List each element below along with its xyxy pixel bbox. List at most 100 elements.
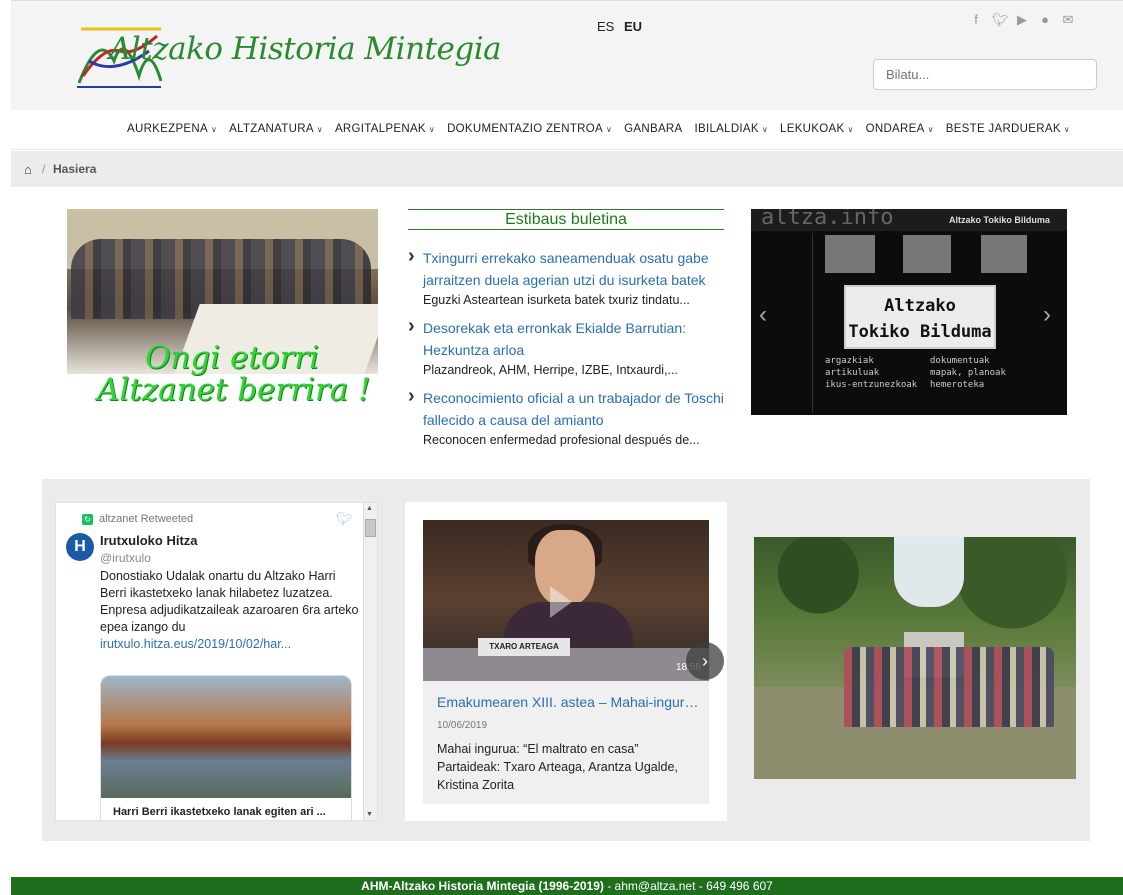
tweet-card[interactable]: Harri Berri ikastetxeko lanak egiten ari… (100, 675, 352, 820)
altza-info-link[interactable]: mapak, planoak (930, 367, 1035, 379)
nav-item-aurkezpena[interactable]: AURKEZPENA ∨ (127, 123, 217, 135)
social-links: f 🐦︎ ▶ ● ✉ (969, 13, 1075, 27)
video-card: TXARO ARTEAGA 18:58 › Emakumearen XIII. … (405, 502, 727, 821)
tweet-author-name[interactable]: Irutxuloko Hitza (100, 533, 198, 548)
facebook-icon[interactable]: f (969, 13, 983, 27)
news-item-title[interactable]: Reconocimiento oficial a un trabajador d… (408, 385, 738, 431)
lang-es[interactable]: ES (597, 19, 614, 34)
tweet-author-handle[interactable]: @irutxulo (100, 551, 151, 565)
video-next-button[interactable]: › (686, 642, 724, 680)
hiking-group-photo[interactable] (754, 537, 1076, 779)
altza-info-box-line-2: Tokiko Bilduma (848, 322, 992, 342)
footer-contact: - ahm@altza.net - 649 496 607 (603, 879, 773, 893)
chevron-down-icon: ∨ (847, 125, 854, 134)
breadcrumb: ⌂ / Hasiera (11, 151, 1123, 187)
video-description: Mahai ingurua: “El maltrato en casa” Par… (437, 742, 678, 792)
twitter-icon[interactable]: 🐦︎ (992, 13, 1009, 27)
altza-info-brand: altza.info (761, 209, 894, 230)
nav-item-argitalpenak[interactable]: ARGITALPENAK ∨ (335, 123, 435, 135)
breadcrumb-separator: / (42, 162, 46, 176)
news-item-title[interactable]: Txingurri errekako saneamenduak osatu ga… (408, 245, 738, 291)
altza-info-links: argazkiak dokumentuak artikuluak mapak, pl… (825, 355, 1055, 391)
footer-org: AHM-Altzako Historia Mintegia (1996-2019… (361, 879, 604, 893)
tweet-link[interactable]: irutxulo.hitza.eus/2019/10/02/har... (100, 637, 291, 651)
tweet-card-image (101, 676, 351, 798)
home-icon[interactable]: ⌂ (24, 162, 32, 177)
nav-item-lekukoak[interactable]: LEKUKOAK ∨ (780, 123, 854, 135)
chevron-down-icon: ∨ (210, 125, 218, 134)
nav-item-label: BESTE JARDUERAK (945, 123, 1061, 135)
twitter-scrollbar[interactable]: ▲ ▼ (363, 503, 377, 820)
email-icon[interactable]: ✉ (1061, 13, 1075, 27)
estibaus-bulletin: Estibaus buletina (408, 209, 724, 230)
welcome-line-1: Ongi etorri (145, 340, 320, 376)
search-input[interactable] (873, 59, 1097, 90)
chevron-down-icon: ∨ (761, 125, 769, 134)
altza-info-link[interactable]: artikuluak (825, 367, 930, 379)
nav-items: AURKEZPENA ∨ ALTZANATURA ∨ ARGITALPENAK ∨ DOKU… (127, 123, 1082, 135)
avatar[interactable]: H (66, 533, 94, 561)
nav-item-label: ALTZANATURA (229, 123, 314, 135)
chevron-down-icon: ∨ (428, 125, 436, 134)
breadcrumb-current: Hasiera (53, 162, 97, 176)
carousel-prev-icon[interactable]: ‹ (759, 301, 767, 329)
video-title[interactable]: Emakumearen XIII. astea – Mahai-inguru..… (437, 694, 699, 710)
altza-info-box: Altzako Tokiko Bilduma (844, 285, 996, 349)
retweet-icon: ↻ (82, 514, 93, 525)
nav-item-ganbara[interactable]: GANBARA (624, 123, 682, 135)
flickr-icon[interactable]: ● (1038, 13, 1052, 27)
twitter-bird-icon: 🐦︎ (336, 511, 353, 526)
video-nameplate: TXARO ARTEAGA (478, 638, 570, 656)
nav-item-label: DOKUMENTAZIO ZENTROA (447, 123, 603, 135)
news-item-summary: Reconocen enfermedad profesional después… (423, 433, 700, 447)
chevron-down-icon: ∨ (606, 125, 613, 134)
altza-info-link[interactable]: hemeroteka (930, 379, 1035, 391)
play-icon[interactable] (550, 586, 572, 618)
carousel-next-icon[interactable]: › (1043, 301, 1051, 329)
nav-item-ondarea[interactable]: ONDAREA ∨ (866, 123, 934, 135)
nav-item-label: ARGITALPENAK (334, 123, 426, 135)
chevron-down-icon: ∨ (927, 125, 934, 134)
language-switcher: ES EU (597, 19, 648, 34)
news-item-summary: Plazandreok, AHM, Herripe, IZBE, Intxaur… (423, 363, 678, 377)
nav-item-label: GANBARA (624, 123, 683, 135)
nav-item-altzanatura[interactable]: ALTZANATURA ∨ (229, 123, 323, 135)
twitter-timeline[interactable]: ↻ altzanet Retweeted 🐦︎ H Irutxuloko Hitz… (55, 502, 378, 821)
scroll-up-icon: ▲ (366, 505, 373, 512)
news-item-title[interactable]: Desorekak eta erronkak Ekialde Barrutian… (408, 315, 738, 361)
nav-item-ibilaldiak[interactable]: IBILALDIAK ∨ (695, 123, 769, 135)
news-item-summary: Eguzki Asteartean isurketa batek txuriz … (423, 293, 690, 307)
estibaus-title: Estibaus buletina (408, 209, 724, 230)
news-item: Reconocimiento oficial a un trabajador d… (408, 385, 738, 447)
altza-info-box-line-1: Altzako (884, 296, 956, 316)
video-date: 10/06/2019 (437, 720, 488, 731)
altza-info-header-title: Altzako Tokiko Bilduma (949, 215, 1050, 225)
news-item: Txingurri errekako saneamenduak osatu ga… (408, 245, 738, 307)
welcome-line-2: Altzanet berrira ! (97, 372, 371, 408)
lang-eu[interactable]: EU (624, 19, 642, 34)
video-thumbnail[interactable]: TXARO ARTEAGA 18:58 (423, 520, 709, 681)
nav-item-beste-jarduerak[interactable]: BESTE JARDUERAK ∨ (946, 123, 1070, 135)
nav-item-label: AURKEZPENA (127, 123, 208, 135)
site-footer: AHM-Altzako Historia Mintegia (1996-2019… (11, 877, 1123, 895)
altza-info-banner[interactable]: altza.info Altzako Tokiko Bilduma Altzak… (751, 209, 1067, 415)
nav-item-label: IBILALDIAK (694, 123, 759, 135)
main-nav: AURKEZPENA ∨ ALTZANATURA ∨ ARGITALPENAK ∨ DOKU… (11, 110, 1123, 150)
nav-item-label: LEKUKOAK (780, 123, 845, 135)
nav-item-dokumentazio-zentroa[interactable]: DOKUMENTAZIO ZENTROA ∨ (447, 123, 612, 135)
altza-info-link[interactable]: ikus-entzunezkoak (825, 379, 930, 391)
welcome-text: Ongi etorri Altzanet berrira ! (97, 342, 371, 406)
tweet-text: Donostiako Udalak onartu du Altzako Harr… (100, 569, 359, 651)
altza-info-link[interactable]: argazkiak (825, 355, 930, 367)
chevron-down-icon: ∨ (316, 125, 323, 134)
nav-item-label: ONDAREA (865, 123, 925, 135)
site-header: Altzako Historia Mintegia ES EU f 🐦︎ ▶ ●… (11, 0, 1123, 110)
tweet-card-title: Harri Berri ikastetxeko lanak egiten ari… (113, 806, 326, 818)
retweet-label: ↻ altzanet Retweeted (82, 513, 193, 525)
altza-info-link[interactable]: dokumentuak (930, 355, 1035, 367)
scroll-down-icon: ▼ (366, 811, 373, 818)
youtube-icon[interactable]: ▶ (1015, 13, 1029, 27)
scroll-thumb[interactable] (365, 519, 376, 537)
chevron-down-icon: ∨ (1063, 125, 1070, 134)
site-logo-text[interactable]: Altzako Historia Mintegia (109, 31, 502, 67)
